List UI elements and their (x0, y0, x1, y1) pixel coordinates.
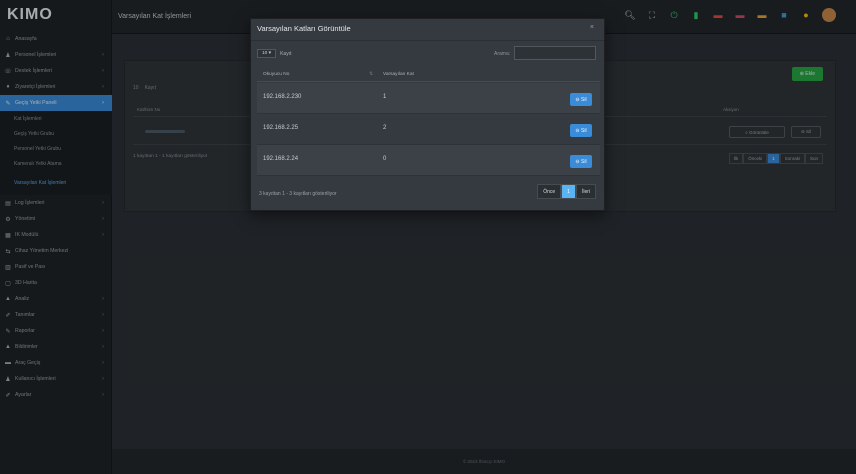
show-count-select[interactable]: 10 ▾ (257, 49, 277, 58)
modal-records-label: Kayıt (280, 50, 292, 57)
row-ip: 192.168.2.230 (263, 94, 302, 100)
show-count-value: 10 (262, 51, 268, 56)
table-row: 192.168.2.25 2 ⊖ Sil (257, 114, 600, 145)
modal-page-prev[interactable]: Önce (537, 184, 562, 199)
modal-pagination: Önce 1 İleri (537, 184, 596, 199)
modal-page-1[interactable]: 1 (561, 184, 576, 199)
col-count[interactable]: Varsayılan Kat (383, 72, 414, 77)
modal-page-next[interactable]: İleri (575, 184, 596, 199)
row-count: 1 (383, 94, 387, 100)
row-count: 2 (383, 125, 387, 131)
default-floors-modal: Varsayılan Katları Görüntüle × 10 ▾ Kayı… (250, 18, 605, 211)
sort-icon[interactable]: ⇅ (369, 72, 373, 77)
modal-header: Varsayılan Katları Görüntüle × (251, 19, 604, 41)
modal-table-header: Okuyucu No ⇅ Varsayılan Kat (257, 68, 600, 82)
modal-search-label: Arama: (494, 51, 511, 57)
row-ip: 192.168.2.24 (263, 156, 299, 162)
table-row: 192.168.2.230 1 ⊖ Sil (257, 83, 600, 114)
modal-search-input[interactable] (514, 46, 596, 60)
delete-button[interactable]: ⊖ Sil (570, 93, 592, 106)
modal-info: 3 kayıttan 1 - 3 kayıtları gösteriliyor (259, 191, 337, 197)
modal-title: Varsayılan Katları Görüntüle (257, 24, 351, 33)
row-count: 0 (383, 156, 387, 162)
col-ip[interactable]: Okuyucu No (263, 72, 289, 77)
close-icon[interactable]: × (590, 24, 594, 31)
modal-length-control: 10 ▾ Kayıt (257, 49, 292, 58)
row-ip: 192.168.2.25 (263, 125, 299, 131)
delete-button[interactable]: ⊖ Sil (570, 124, 592, 137)
table-row: 192.168.2.24 0 ⊖ Sil (257, 145, 600, 176)
delete-button[interactable]: ⊖ Sil (570, 155, 592, 168)
